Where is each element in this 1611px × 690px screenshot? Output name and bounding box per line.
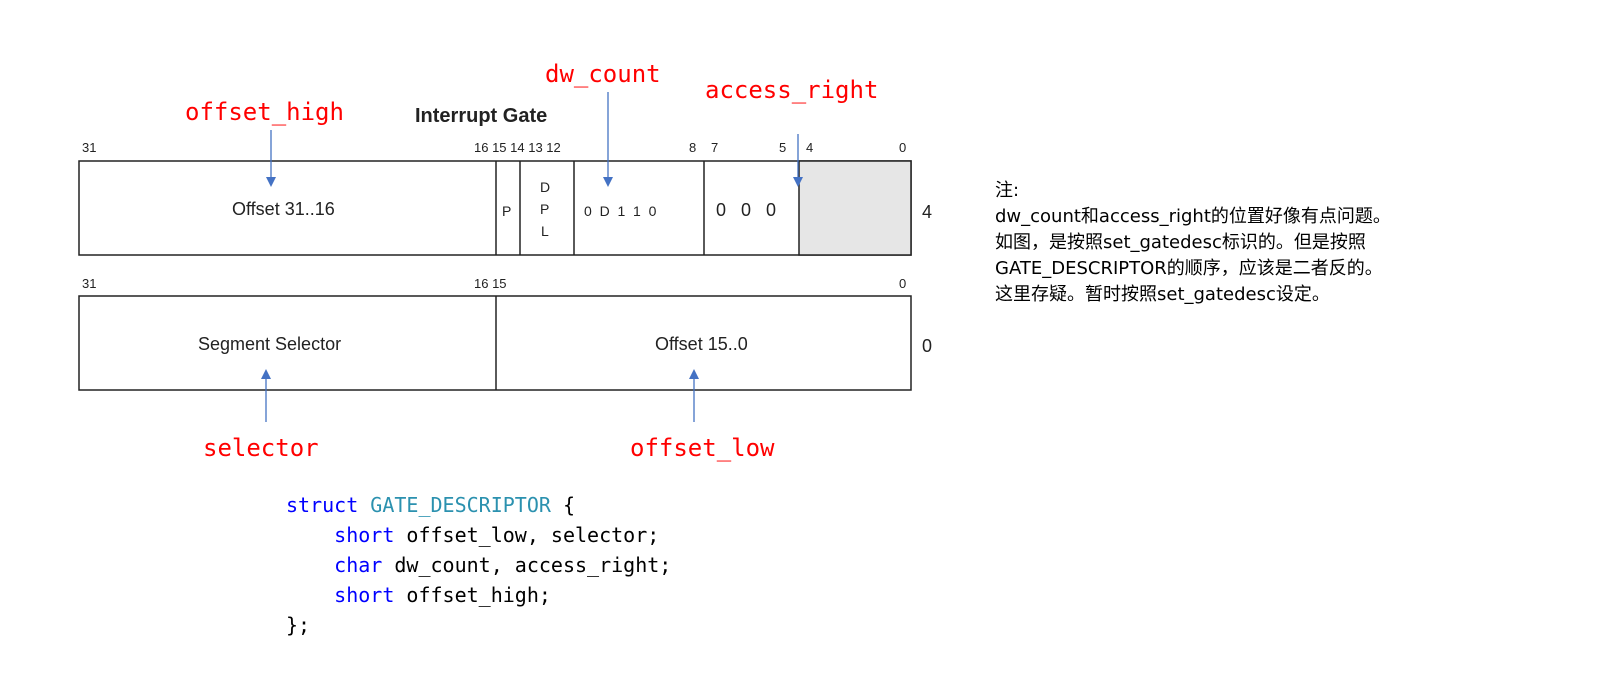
field-zero-bits: 0 0 0: [716, 200, 776, 220]
bit-num-0-bottom: 0: [899, 276, 906, 291]
note-block: 注: dw_count和access_right的位置好像有点问题。 如图，是按…: [995, 178, 1595, 308]
code-line-3: char dw_count, access_right;: [286, 553, 671, 577]
field-p: P: [502, 203, 511, 219]
field-dpl-p: P: [540, 201, 549, 217]
bit-num-31-top: 31: [82, 140, 96, 155]
arrow-offset-high: [266, 130, 276, 187]
bit-num-16-15-bottom: 16 15: [474, 276, 507, 291]
note-line: dw_count和access_right的位置好像有点问题。: [995, 206, 1391, 227]
keyword-short: short: [334, 583, 395, 607]
interrupt-gate-diagram: Interrupt Gate offset_high dw_count acce…: [78, 60, 932, 462]
top-descriptor-row: [78, 160, 912, 256]
code-text: offset_low, selector;: [394, 523, 660, 547]
note-line: 这里存疑。暂时按照set_gatedesc设定。: [995, 284, 1330, 305]
code-text: offset_high;: [394, 583, 551, 607]
keyword-char: char: [334, 553, 383, 577]
bit-num-4-top: 4: [806, 140, 813, 155]
struct-code-block: struct GATE_DESCRIPTOR { short offset_lo…: [286, 490, 671, 640]
label-offset-low: offset_low: [630, 434, 775, 462]
keyword-struct: struct: [286, 493, 359, 517]
code-text: dw_count, access_right;: [382, 553, 672, 577]
bit-num-0-top: 0: [899, 140, 906, 155]
field-segment-selector: Segment Selector: [198, 334, 341, 354]
field-type-bits: 0 D 1 1 0: [584, 203, 657, 219]
type-gate-descriptor: GATE_DESCRIPTOR: [370, 493, 551, 517]
bit-num-5-top: 5: [779, 140, 786, 155]
code-line-1: struct GATE_DESCRIPTOR {: [286, 493, 575, 517]
field-offset-15-0: Offset 15..0: [655, 334, 748, 354]
arrow-selector: [261, 369, 271, 422]
row-index-4: 4: [922, 202, 932, 222]
label-offset-high: offset_high: [185, 98, 344, 126]
code-line-4: short offset_high;: [286, 583, 551, 607]
bit-num-31-bottom: 31: [82, 276, 96, 291]
bit-num-8-top: 8: [689, 140, 696, 155]
code-line-2: short offset_low, selector;: [286, 523, 659, 547]
bit-num-7-top: 7: [711, 140, 718, 155]
label-access-right: access_right: [705, 76, 878, 104]
field-dpl-l: L: [541, 223, 549, 239]
keyword-short: short: [334, 523, 395, 547]
field-dpl-d: D: [540, 179, 550, 195]
note-line: 注:: [995, 180, 1020, 201]
label-dw-count: dw_count: [545, 60, 661, 88]
top-row-frame: [78, 160, 912, 256]
diagram-title: Interrupt Gate: [415, 105, 547, 127]
code-brace-open: {: [550, 493, 576, 517]
label-selector: selector: [203, 434, 319, 462]
bit-num-16-12-top: 16 15 14 13 12: [474, 140, 561, 155]
code-line-5: };: [286, 613, 311, 637]
field-offset-31-16: Offset 31..16: [232, 199, 335, 219]
arrow-offset-low: [689, 369, 699, 422]
note-line: 如图，是按照set_gatedesc标识的。但是按照: [995, 232, 1366, 253]
row-index-0: 0: [922, 336, 932, 356]
reserved-field: [798, 160, 912, 256]
note-line: GATE_DESCRIPTOR的顺序，应该是二者反的。: [995, 258, 1383, 279]
